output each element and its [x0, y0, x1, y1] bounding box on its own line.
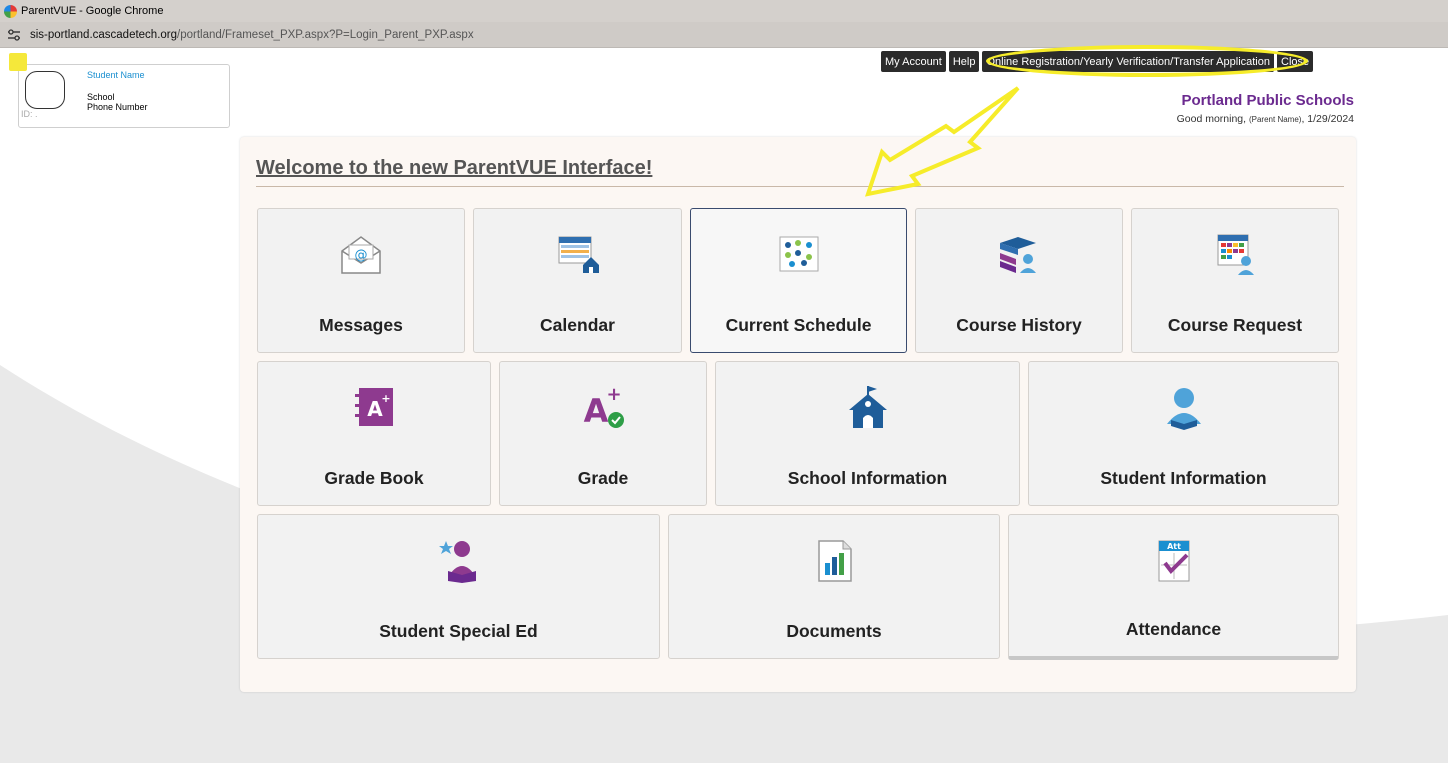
tile-school-information[interactable]: School Information	[715, 361, 1020, 506]
tile-label: Course Request	[1167, 315, 1303, 335]
tile-student-special-ed[interactable]: Student Special Ed	[257, 514, 660, 659]
url-host: sis-portland.cascadetech.org	[30, 28, 178, 41]
student-phone: Phone Number	[87, 102, 148, 112]
school-house-icon	[848, 386, 887, 428]
student-id: ID: .	[21, 109, 38, 119]
address-bar[interactable]: sis-portland.cascadetech.org/portland/Fr…	[0, 22, 1448, 48]
welcome-divider	[256, 186, 1344, 187]
window-title: ParentVUE - Google Chrome	[21, 5, 164, 17]
schedule-icon	[779, 236, 818, 272]
tile-label: Documents	[786, 621, 882, 641]
greeting: Good morning, (Parent Name), 1/29/2024	[1177, 113, 1354, 125]
tile-label: Messages	[319, 315, 403, 335]
tile-label: School Information	[787, 468, 948, 488]
student-icon	[1166, 388, 1201, 430]
tile-calendar[interactable]: Calendar	[473, 208, 682, 353]
tile-course-request[interactable]: Course Request	[1131, 208, 1339, 353]
tile-label: Student Special Ed	[379, 621, 538, 641]
tile-attendance[interactable]: Att Attendance	[1008, 514, 1339, 660]
parentvue-app-icon	[4, 4, 17, 18]
calendar-icon	[558, 236, 599, 273]
student-name[interactable]: Student Name	[87, 70, 145, 80]
gradebook-icon: A +	[355, 388, 393, 426]
special-ed-icon	[438, 541, 476, 583]
course-request-icon	[1217, 234, 1254, 275]
tile-grade-book[interactable]: A + Grade Book	[257, 361, 491, 506]
district-name: Portland Public Schools	[1181, 92, 1354, 109]
books-icon	[1000, 237, 1036, 273]
attendance-icon: Att	[1158, 540, 1189, 582]
tile-course-history[interactable]: Course History	[915, 208, 1123, 353]
greeting-prefix: Good morning,	[1176, 113, 1247, 125]
tile-documents[interactable]: Documents	[668, 514, 1000, 659]
window-titlebar: ParentVUE - Google Chrome	[0, 0, 1448, 22]
tile-label: Calendar	[540, 315, 615, 335]
tile-grade[interactable]: A + Grade	[499, 361, 707, 506]
tile-label: Attendance	[1125, 619, 1222, 639]
student-card[interactable]: ID: . Student Name School Phone Number	[9, 53, 230, 128]
tile-label: Grade	[577, 468, 629, 488]
svg-text:@: @	[355, 248, 368, 263]
site-info-icon[interactable]	[6, 28, 22, 42]
highlight-arrow-icon	[865, 86, 1020, 197]
tile-label: Course History	[956, 315, 1082, 335]
svg-text:+: +	[381, 392, 390, 405]
url-path: /portland/Frameset_PXP.aspx?P=Login_Pare…	[177, 28, 474, 41]
tile-current-schedule[interactable]: Current Schedule	[690, 208, 907, 353]
my-account-button[interactable]: My Account	[881, 51, 946, 72]
help-button[interactable]: Help	[948, 51, 980, 72]
svg-text:+: +	[606, 384, 621, 405]
tile-label: Grade Book	[324, 468, 424, 488]
svg-text:A: A	[584, 392, 609, 430]
highlight-marker	[9, 53, 27, 71]
grade-icon: A +	[584, 384, 624, 430]
tile-label: Current Schedule	[725, 315, 872, 335]
tile-label: Student Information	[1100, 468, 1267, 488]
parent-name: (Parent Name)	[1248, 115, 1302, 124]
envelope-icon: @	[341, 236, 381, 274]
document-chart-icon	[818, 540, 852, 582]
highlight-ellipse	[986, 45, 1308, 77]
attendance-icon-label: Att	[1167, 542, 1181, 551]
tile-student-information[interactable]: Student Information	[1028, 361, 1339, 506]
tile-messages[interactable]: @ Messages	[257, 208, 465, 353]
student-school: School	[87, 92, 115, 102]
student-avatar	[25, 71, 65, 109]
welcome-heading: Welcome to the new ParentVUE Interface!	[256, 157, 653, 179]
greeting-date: , 1/29/2024	[1301, 113, 1354, 125]
